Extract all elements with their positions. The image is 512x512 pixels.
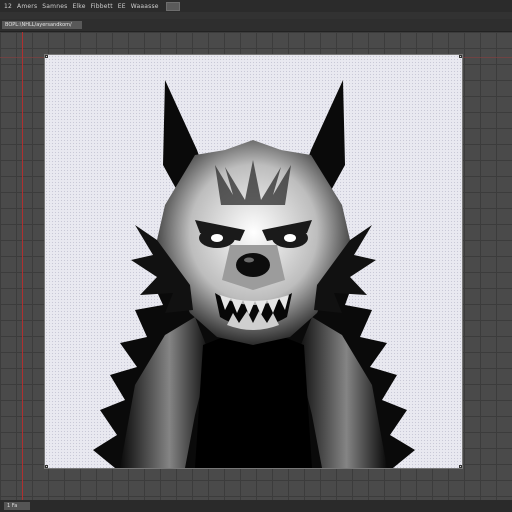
zoom-status[interactable]: 1 Fa: [4, 502, 30, 510]
nose-highlight: [244, 257, 254, 263]
artboard-handle-bottom-left[interactable]: [45, 465, 48, 468]
window-icon[interactable]: [165, 1, 180, 11]
artboard-handle-top-right[interactable]: [459, 55, 462, 58]
menu-item[interactable]: Amers: [17, 3, 37, 10]
document-tab-bar: BOPL:\NHLL/ayersandkom/: [0, 19, 512, 32]
left-eye: [211, 234, 223, 242]
vertical-guide[interactable]: [22, 32, 23, 500]
menu-item[interactable]: Waaasse: [131, 3, 159, 10]
right-eye: [284, 234, 296, 242]
status-label: 1 Fa: [7, 503, 18, 509]
menu-bar: 12 Amers Samnes Elke Fibbett EE Waaasse: [0, 0, 512, 12]
menu-item[interactable]: 12: [4, 3, 12, 10]
menu-item[interactable]: Fibbett: [91, 3, 113, 10]
artboard-handle-top-left[interactable]: [45, 55, 48, 58]
werewolf-illustration: [93, 80, 415, 468]
menu-item[interactable]: Samnes: [42, 3, 67, 10]
status-bar: 1 Fa: [0, 500, 512, 512]
menu-item[interactable]: Elke: [72, 3, 85, 10]
document-tab[interactable]: BOPL:\NHLL/ayersandkom/: [2, 21, 82, 29]
nose: [236, 253, 270, 277]
artboard-handle-bottom-right[interactable]: [459, 465, 462, 468]
menu-item[interactable]: EE: [118, 3, 126, 10]
document-tab-label: BOPL:\NHLL/ayersandkom/: [5, 22, 72, 28]
artboard[interactable]: [45, 55, 462, 468]
options-toolbar: [0, 12, 512, 19]
chest-shadow: [195, 325, 312, 468]
